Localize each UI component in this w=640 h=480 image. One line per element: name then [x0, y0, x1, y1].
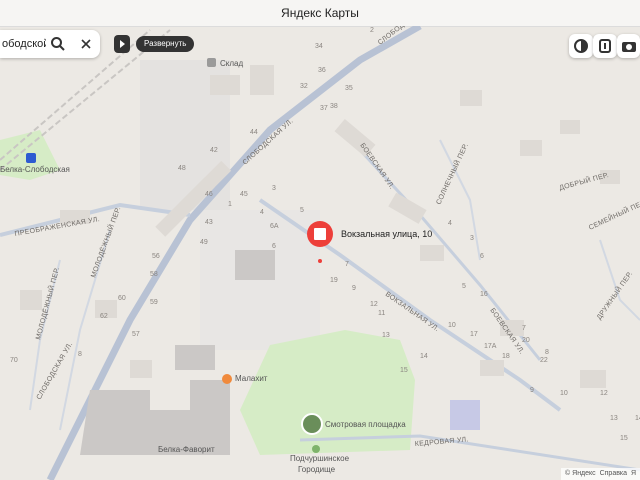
play-icon[interactable]	[114, 35, 130, 53]
house-number: 10	[560, 390, 568, 397]
poi-sklad[interactable]: Склад	[220, 59, 243, 68]
house-number: 17А	[484, 343, 497, 350]
pin-anchor	[318, 259, 322, 263]
house-number: 6А	[270, 223, 279, 230]
house-number: 37	[320, 105, 328, 112]
house-number: 12	[370, 301, 378, 308]
map-attribution: © Яндекс Справка Я	[561, 468, 640, 480]
house-number: 18	[502, 353, 510, 360]
search-icon[interactable]	[50, 36, 66, 52]
copyright-text: © Яндекс	[565, 470, 596, 477]
traffic-icon	[599, 39, 611, 53]
poi-belka-favorit[interactable]: Белка-Фаворит	[158, 445, 215, 454]
house-number: 38	[330, 103, 338, 110]
search-query[interactable]: ободской, ул	[2, 38, 46, 50]
search-box[interactable]: ободской, ул	[0, 30, 100, 58]
house-number: 5	[300, 207, 304, 214]
house-number: 59	[150, 299, 158, 306]
building-icon	[314, 228, 326, 240]
house-number: 56	[152, 253, 160, 260]
map-layer[interactable]: СЛОБОДСКАЯ УЛ. СЛОБОДСКАЯ УЛ. СЛОБОДСКАЯ…	[0, 26, 640, 480]
poi-station[interactable]: Белка-Слободская	[0, 165, 70, 174]
shop-icon	[222, 374, 232, 384]
map-canvas[interactable]: СЛОБОДСКАЯ УЛ. СЛОБОДСКАЯ УЛ. СЛОБОДСКАЯ…	[0, 26, 640, 480]
house-number: 13	[610, 415, 618, 422]
street-label: ВОКЗАЛЬНАЯ УЛ.	[384, 291, 440, 333]
house-number: 11	[378, 310, 385, 317]
house-number: 70	[10, 357, 18, 364]
house-number: 32	[300, 83, 308, 90]
help-link[interactable]: Справка	[600, 470, 627, 477]
house-number: 15	[620, 435, 628, 442]
house-number: 6	[480, 253, 484, 260]
street-label: БОЕВСКАЯ УЛ.	[358, 142, 395, 190]
house-number: 8	[78, 351, 82, 358]
house-number: 42	[210, 147, 218, 154]
attribution-extra: Я	[630, 470, 636, 477]
house-number: 20	[522, 337, 530, 344]
house-number: 7	[522, 325, 526, 332]
expand-button[interactable]: Развернуть	[136, 36, 195, 52]
layers-button[interactable]	[569, 34, 593, 58]
house-number: 2	[370, 27, 374, 34]
train-station-icon	[26, 153, 36, 163]
selected-place-label[interactable]: Вокзальная улица, 10	[341, 229, 432, 239]
house-number: 7	[345, 261, 349, 268]
house-number: 45	[240, 191, 248, 198]
window-title-bar: Яндекс Карты	[0, 0, 640, 27]
street-label: КЕДРОВАЯ УЛ.	[415, 436, 469, 448]
poi-viewpoint[interactable]: Смотровая площадка	[325, 420, 406, 429]
house-number: 4	[260, 209, 264, 216]
house-number: 1	[228, 201, 232, 208]
traffic-button[interactable]	[593, 34, 617, 58]
house-number: 34	[315, 43, 323, 50]
house-number: 5	[462, 283, 466, 290]
house-number: 62	[100, 313, 108, 320]
house-number: 35	[345, 85, 353, 92]
close-icon[interactable]	[79, 37, 93, 51]
house-number: 19	[330, 277, 338, 284]
house-number: 9	[530, 387, 534, 394]
park-icon	[312, 445, 320, 453]
house-number: 16	[480, 291, 488, 298]
house-number: 9	[352, 285, 356, 292]
camera-icon	[622, 42, 636, 52]
house-number: 46	[205, 191, 213, 198]
poi-gorodishche[interactable]: Городище	[298, 465, 336, 474]
panorama-button[interactable]	[617, 34, 640, 58]
street-label: ДРУЖНЫЙ ПЕР.	[594, 269, 634, 321]
house-number: 10	[448, 322, 456, 329]
house-number: 4	[448, 220, 452, 227]
house-number: 13	[382, 332, 390, 339]
house-number: 14	[635, 415, 640, 422]
house-number: 17	[470, 331, 478, 338]
house-number: 3	[470, 235, 474, 242]
house-number: 58	[150, 271, 158, 278]
house-number: 15	[400, 367, 408, 374]
house-number: 49	[200, 239, 208, 246]
house-number: 48	[178, 165, 186, 172]
street-label: СОЛНЕЧНЫЙ ПЕР.	[434, 142, 470, 206]
poi-malakhit[interactable]: Малахит	[235, 374, 268, 383]
house-number: 6	[272, 243, 276, 250]
layers-icon	[574, 39, 588, 53]
house-number: 43	[205, 219, 213, 226]
house-number: 14	[420, 353, 428, 360]
poi-gorodishche[interactable]: Подчуршинское	[290, 454, 350, 463]
house-number: 3	[272, 185, 276, 192]
house-number: 8	[545, 349, 549, 356]
house-number: 44	[250, 129, 258, 136]
house-number: 36	[318, 67, 326, 74]
house-number: 60	[118, 295, 126, 302]
street-label: СЛОБОДСКАЯ УЛ.	[242, 118, 295, 167]
house-number: 22	[540, 357, 548, 364]
house-number: 12	[600, 390, 608, 397]
viewpoint-icon	[301, 413, 323, 435]
house-number: 57	[132, 331, 140, 338]
window-title: Яндекс Карты	[281, 6, 359, 20]
warehouse-icon	[207, 58, 216, 67]
street-label: СЕМЕЙНЫЙ ПЕР.	[587, 197, 640, 232]
